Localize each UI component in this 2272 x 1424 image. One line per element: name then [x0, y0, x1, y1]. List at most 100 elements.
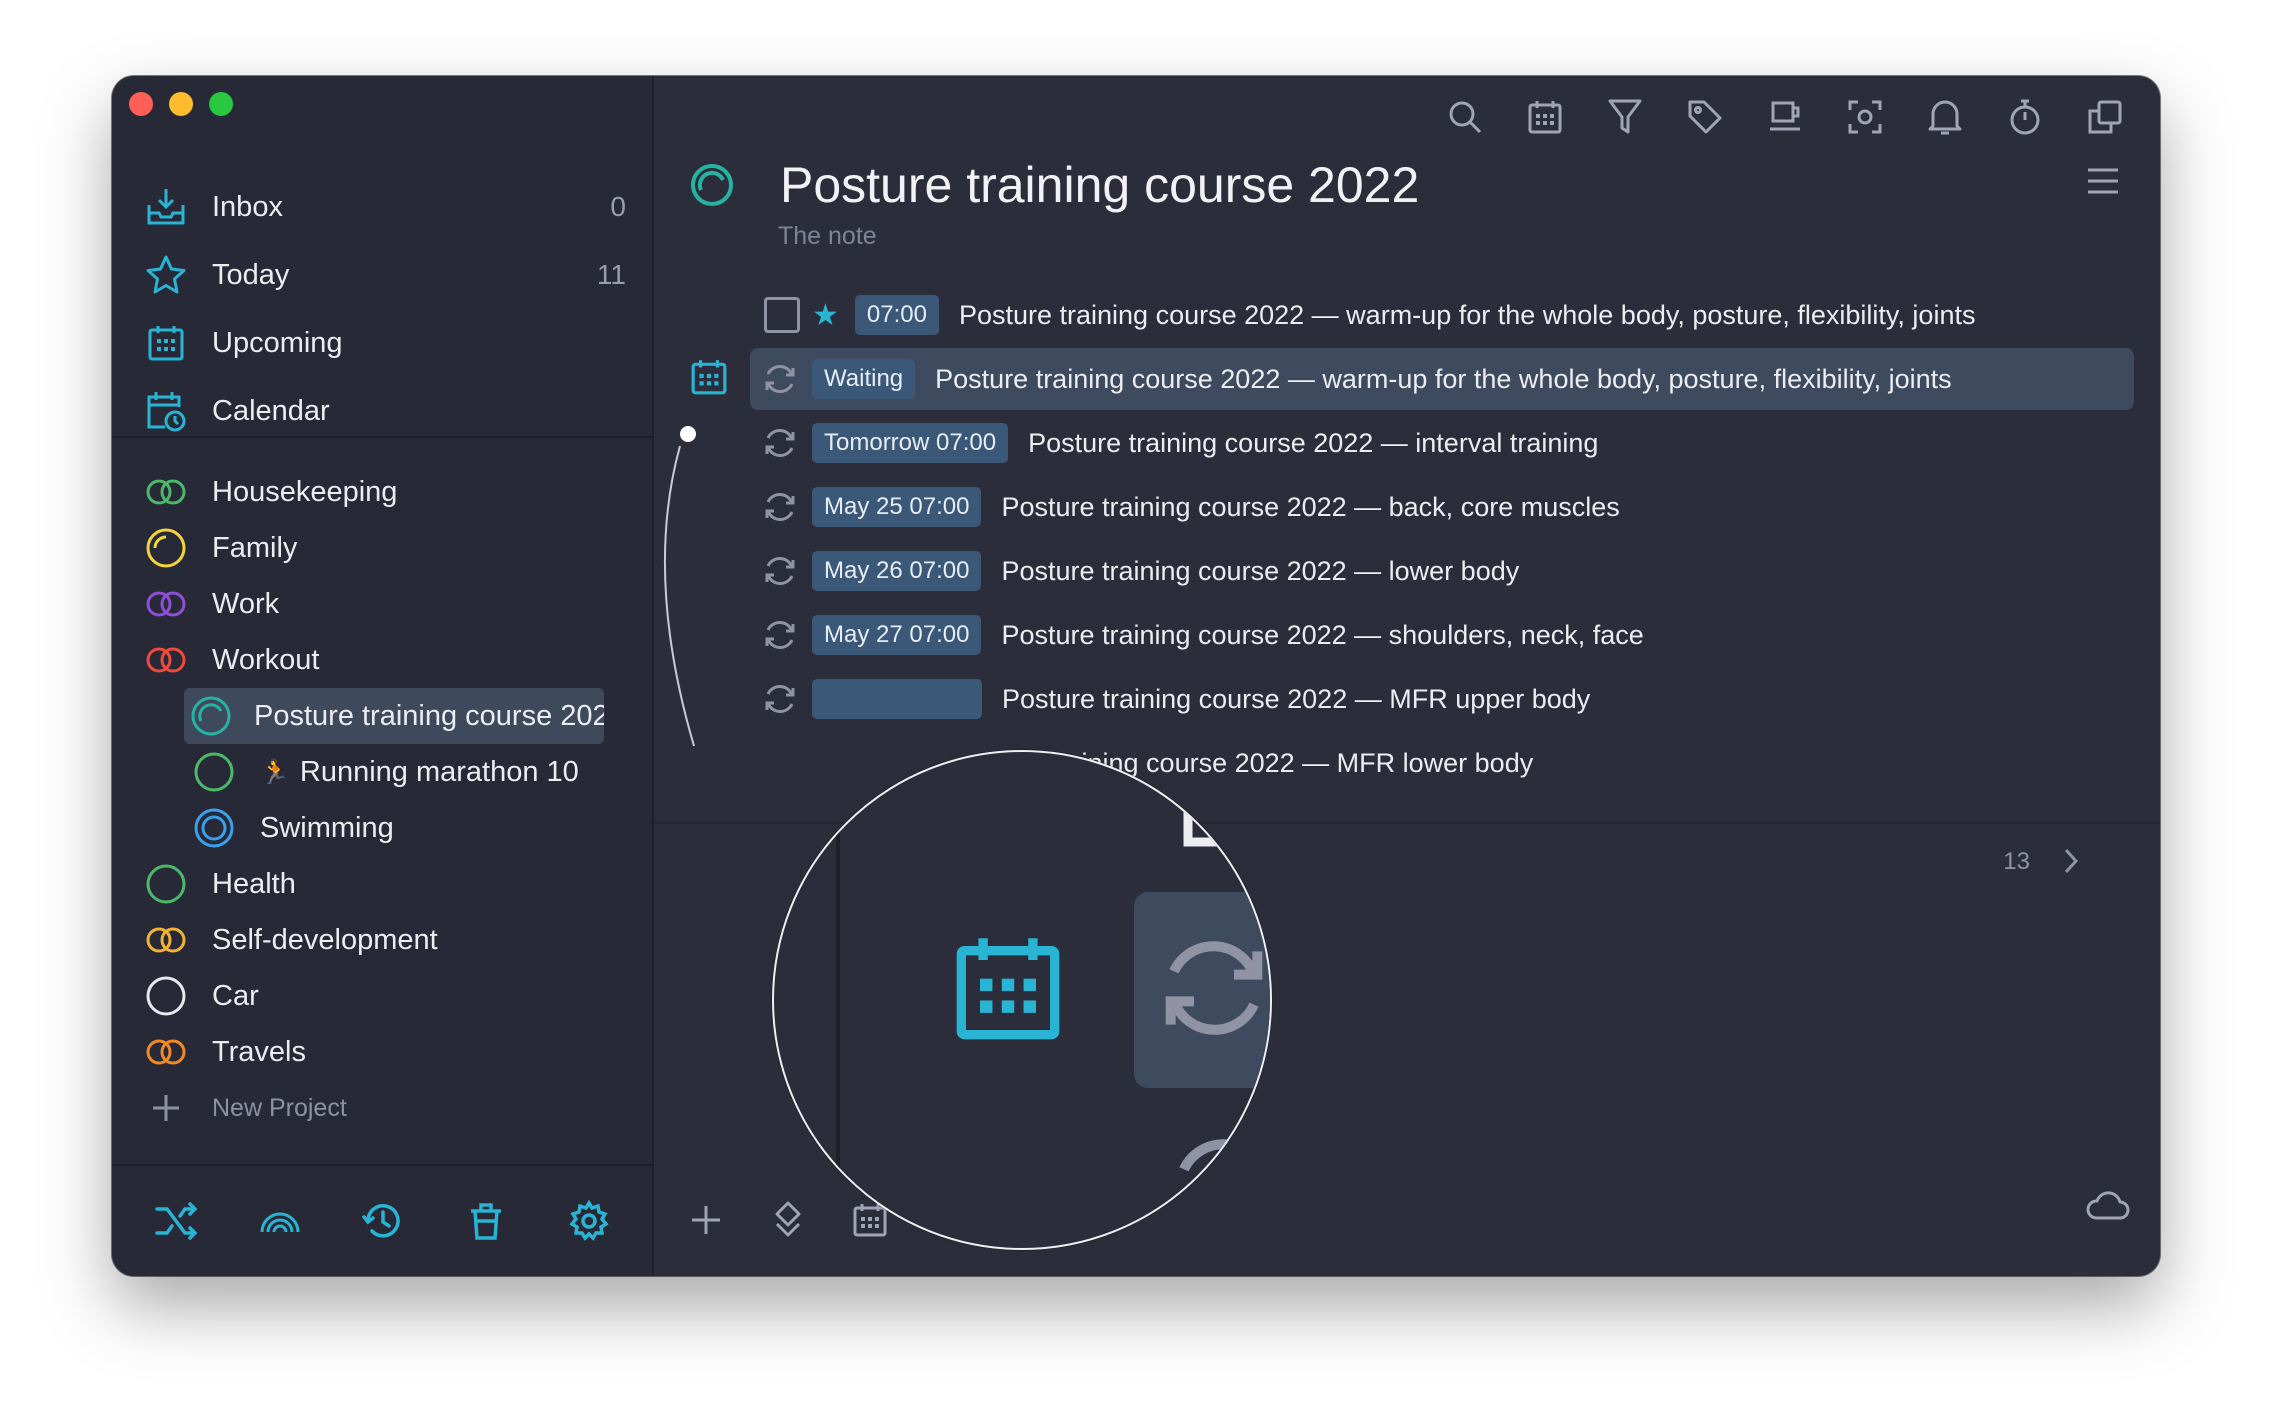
task-time-tag[interactable]: May 25 07:00 [812, 487, 982, 527]
task-title[interactable]: Posture training course 2022 — back, cor… [1001, 492, 1619, 523]
magnified-calendar-icon [952, 932, 1064, 1049]
sidebar-project-posture-training[interactable]: Posture training course 2022 [184, 688, 604, 744]
chevron-right-icon[interactable] [2062, 846, 2080, 881]
repeat-icon[interactable] [760, 423, 800, 463]
sidebar-project-workout[interactable]: Workout [142, 636, 319, 684]
task-row[interactable]: May 27 07:00 Posture training course 202… [750, 604, 2134, 666]
task-row[interactable]: Posture training course 2022 — MFR upper… [750, 668, 2134, 730]
sidebar-project-work[interactable]: Work [142, 580, 279, 628]
sidebar-item-upcoming[interactable]: Upcoming [142, 316, 634, 370]
double-ring-icon [142, 580, 190, 628]
project-label: Housekeeping [212, 475, 398, 508]
bell-icon[interactable] [1920, 92, 1970, 142]
task-row[interactable]: ★ 07:00 Posture training course 2022 — w… [750, 284, 2134, 346]
focus-icon[interactable] [1840, 92, 1890, 142]
sidebar-project-travels[interactable]: Travels [142, 1028, 306, 1076]
project-label: Travels [212, 1035, 306, 1068]
repeat-icon[interactable] [760, 359, 800, 399]
sidebar-item-today[interactable]: Today 11 [142, 248, 634, 302]
task-title[interactable]: Posture training course 2022 — MFR upper… [1002, 684, 1590, 715]
sidebar-item-inbox[interactable]: Inbox 0 [142, 180, 634, 234]
plus-icon[interactable] [676, 1190, 736, 1250]
task-row[interactable]: May 26 07:00 Posture training course 202… [750, 540, 2134, 602]
ring-icon [142, 524, 190, 572]
inbox-icon [142, 183, 190, 231]
sidebar-project-self-development[interactable]: Self-development [142, 916, 438, 964]
project-label: Workout [212, 643, 320, 676]
close-window-button[interactable] [129, 92, 153, 116]
task-checkbox[interactable] [764, 297, 800, 333]
task-title[interactable]: Posture training course 2022 — shoulders… [1001, 620, 1643, 651]
sidebar-bottom-bar [112, 1164, 654, 1276]
sort-icon[interactable] [758, 1190, 818, 1250]
cloud-sync-icon[interactable] [2086, 1190, 2130, 1227]
double-ring-icon [142, 468, 190, 516]
trash-icon[interactable] [456, 1191, 516, 1251]
task-title[interactable]: Posture training course 2022 — interval … [1028, 428, 1598, 459]
task-status-tag[interactable]: Waiting [812, 359, 916, 399]
project-note[interactable]: The note [778, 222, 877, 251]
completed-count[interactable]: 13 [2003, 848, 2030, 876]
ring-icon [190, 748, 238, 796]
star-icon[interactable]: ★ [812, 298, 839, 333]
magnified-corner-glyph [1180, 752, 1240, 857]
magnified-repeat-icon [1154, 928, 1270, 1053]
project-ring-icon [684, 157, 740, 213]
task-row[interactable]: Waiting Posture training course 2022 — w… [750, 348, 2134, 410]
task-time-tag[interactable]: 07:00 [854, 295, 939, 335]
history-icon[interactable] [353, 1191, 413, 1251]
repeat-icon[interactable] [760, 551, 800, 591]
minimize-window-button[interactable] [169, 92, 193, 116]
magnifier-overlay [772, 750, 1272, 1250]
search-icon[interactable] [1440, 92, 1490, 142]
task-time-tag[interactable]: Tomorrow 07:00 [812, 423, 1009, 463]
double-ring-icon [142, 1028, 190, 1076]
new-project-button[interactable]: New Project [142, 1084, 347, 1132]
sidebar-project-family[interactable]: Family [142, 524, 297, 572]
gear-icon[interactable] [559, 1191, 619, 1251]
page-title[interactable]: Posture training course 2022 [780, 156, 1419, 214]
ring-icon [190, 692, 232, 740]
repeat-icon[interactable] [760, 615, 800, 655]
runner-icon: 🏃 [260, 758, 290, 786]
project-label: Running marathon 10 [299, 755, 579, 788]
sidebar: Inbox 0 Today 11 Upcoming Calendar House… [112, 76, 654, 1276]
task-title[interactable]: Posture training course 2022 — warm-up f… [959, 300, 1976, 331]
menu-lines-icon[interactable] [2086, 166, 2120, 201]
filter-icon[interactable] [1600, 92, 1650, 142]
rainbow-icon[interactable] [250, 1191, 310, 1251]
project-label: Car [212, 979, 259, 1012]
ring-icon [190, 804, 238, 852]
calendar-grid-icon[interactable] [1520, 92, 1570, 142]
calendar-grid-icon[interactable] [690, 358, 728, 401]
repeat-icon[interactable] [760, 487, 800, 527]
coffee-cup-icon[interactable] [1760, 92, 1810, 142]
star-icon [142, 251, 190, 299]
task-time-tag[interactable] [812, 679, 982, 719]
sidebar-project-housekeeping[interactable]: Housekeeping [142, 468, 397, 516]
task-title[interactable]: Posture training course 2022 — warm-up f… [935, 364, 1952, 395]
project-label: Swimming [260, 811, 394, 844]
task-time-tag[interactable]: May 26 07:00 [812, 551, 982, 591]
copy-window-icon[interactable] [2080, 92, 2130, 142]
task-row[interactable]: Tomorrow 07:00 Posture training course 2… [750, 412, 2134, 474]
zoom-window-button[interactable] [209, 92, 233, 116]
project-label: Work [212, 587, 280, 620]
project-label: Self-development [212, 923, 438, 956]
tag-icon[interactable] [1680, 92, 1730, 142]
timer-icon[interactable] [2000, 92, 2050, 142]
sidebar-project-swimming[interactable]: Swimming [190, 804, 394, 852]
app-window: Inbox 0 Today 11 Upcoming Calendar House… [112, 76, 2160, 1276]
sidebar-item-calendar[interactable]: Calendar [142, 384, 634, 438]
repeat-icon[interactable] [760, 679, 800, 719]
task-time-tag[interactable]: May 27 07:00 [812, 615, 982, 655]
sidebar-project-running-marathon[interactable]: 🏃 Running marathon 10 [190, 748, 579, 796]
calendar-grid-icon [142, 319, 190, 367]
sidebar-project-health[interactable]: Health [142, 860, 296, 908]
inbox-count: 0 [610, 191, 626, 222]
task-title[interactable]: Posture training course 2022 — lower bod… [1001, 556, 1519, 587]
sidebar-project-car[interactable]: Car [142, 972, 259, 1020]
shuffle-icon[interactable] [147, 1191, 207, 1251]
task-row[interactable]: May 25 07:00 Posture training course 202… [750, 476, 2134, 538]
calendar-clock-icon [142, 387, 190, 435]
